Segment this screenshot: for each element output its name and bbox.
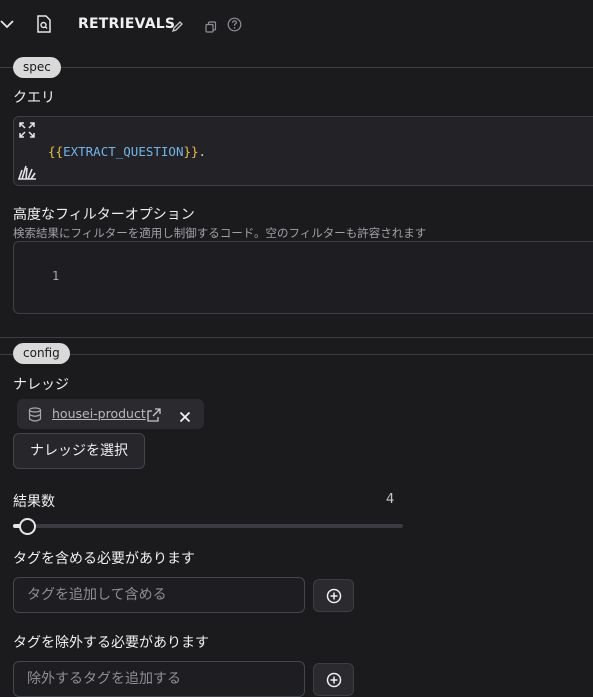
knowledge-link[interactable]: housei-product: [52, 406, 146, 421]
query-code-line: {{EXTRACT_QUESTION}}.: [48, 144, 206, 159]
add-include-tag-button[interactable]: [313, 579, 354, 612]
close-icon: [179, 411, 191, 423]
plus-circle-icon: [326, 672, 341, 687]
expand-button[interactable]: [19, 122, 35, 138]
collapse-toggle[interactable]: [0, 14, 14, 34]
include-tags-input[interactable]: タグを追加して含める: [13, 577, 305, 613]
database-icon: [28, 407, 42, 426]
filter-label: 高度なフィルターオプション: [13, 207, 195, 223]
pencil-icon: [171, 21, 183, 33]
query-editor[interactable]: {{EXTRACT_QUESTION}}.: [13, 116, 593, 186]
external-link-icon: [147, 408, 161, 422]
help-button[interactable]: [227, 17, 242, 32]
node-title: RETRIEVALS: [78, 16, 176, 32]
section-separator: [0, 337, 593, 338]
config-divider: [0, 354, 593, 355]
exclude-tags-input[interactable]: 除外するタグを追加する: [13, 661, 305, 697]
knowledge-chip: housei-product: [17, 399, 204, 429]
line-number: 1: [52, 269, 60, 283]
query-label: クエリ: [13, 90, 55, 106]
plus-circle-icon: [326, 588, 341, 603]
edit-title-button[interactable]: [171, 18, 184, 33]
filter-description: 検索結果にフィルターを適用し制御するコード。空のフィルターも許容されます: [13, 226, 427, 240]
remove-knowledge-button[interactable]: [179, 408, 191, 427]
exclude-tags-label: タグを除外する必要があります: [13, 635, 209, 651]
variable-insert-button[interactable]: [18, 164, 36, 180]
grass-icon: [18, 165, 36, 180]
slider-thumb[interactable]: [19, 518, 36, 535]
include-tags-label: タグを含める必要があります: [13, 551, 195, 567]
code-variable: EXTRACT_QUESTION: [63, 144, 184, 159]
copy-icon: [205, 21, 217, 33]
add-exclude-tag-button[interactable]: [313, 663, 354, 696]
slider-track: [13, 524, 403, 528]
config-section-label: config: [13, 343, 70, 364]
results-count-value: 4: [386, 492, 395, 507]
chevron-down-icon: [0, 20, 14, 29]
open-link-button[interactable]: [147, 407, 161, 426]
help-icon: [227, 17, 242, 32]
code-close-brace: }}: [183, 144, 199, 159]
knowledge-label: ナレッジ: [13, 377, 69, 393]
expand-icon: [19, 122, 35, 138]
file-search-icon: [37, 15, 51, 33]
filter-code-editor[interactable]: 1: [13, 241, 593, 314]
results-count-label: 結果数: [13, 494, 55, 510]
select-knowledge-button[interactable]: ナレッジを選択: [13, 433, 145, 469]
code-open-brace: {{: [48, 144, 64, 159]
results-slider[interactable]: [13, 517, 403, 535]
copy-button[interactable]: [205, 18, 217, 33]
code-tail: .: [198, 144, 207, 159]
node-type-icon: [36, 15, 52, 33]
spec-section-label: spec: [13, 57, 61, 78]
spec-divider: [0, 67, 593, 68]
